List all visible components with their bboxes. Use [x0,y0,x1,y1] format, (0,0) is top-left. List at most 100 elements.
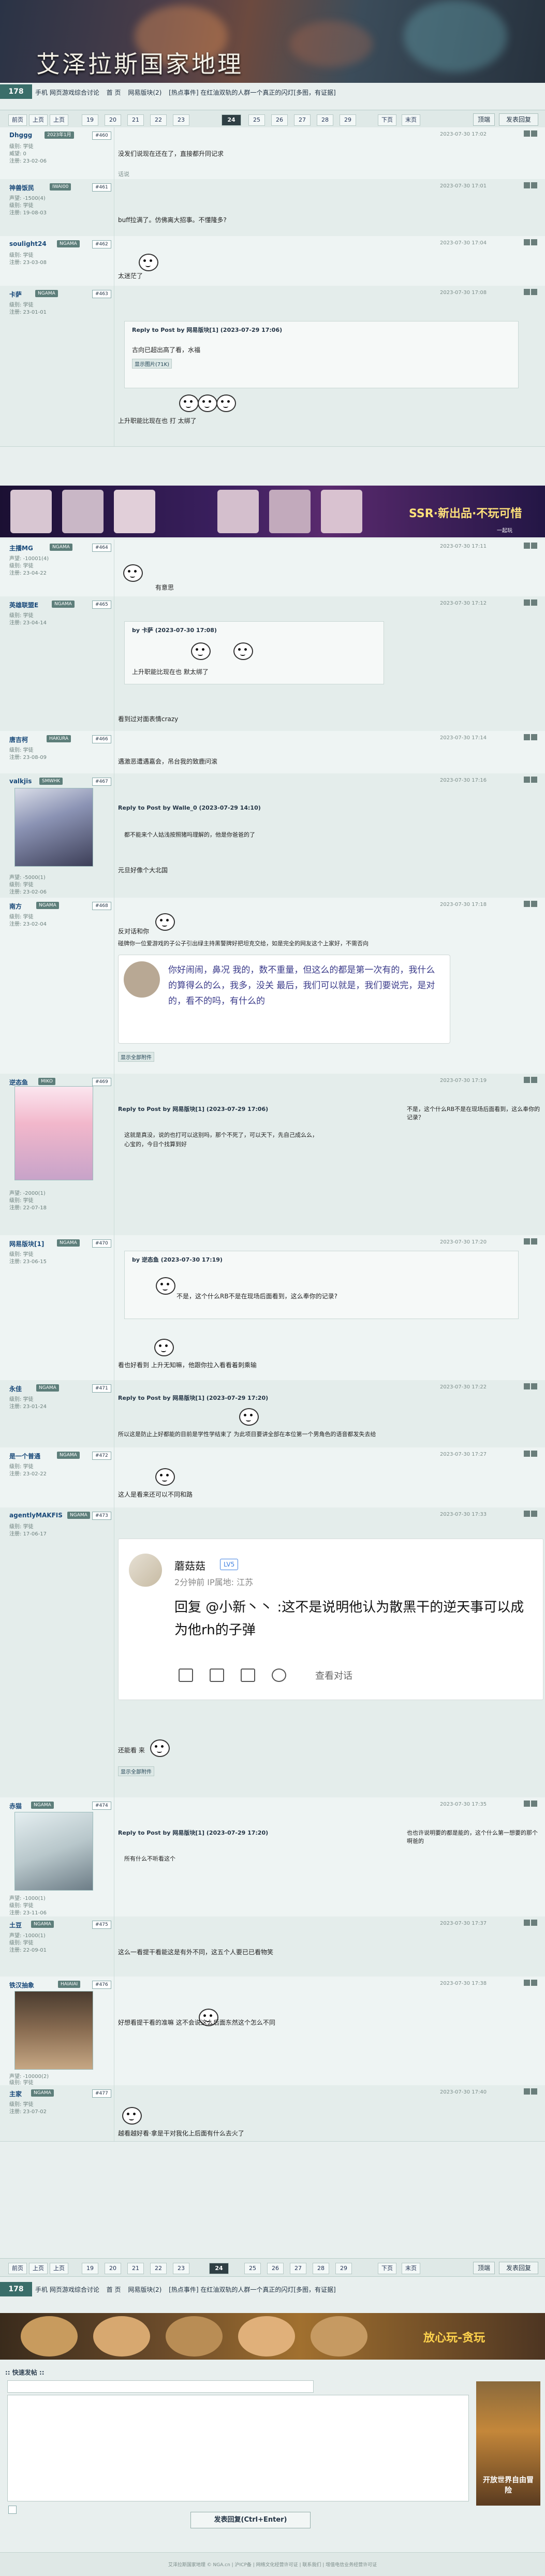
post-username[interactable]: Dhggg [9,131,32,139]
floor-number[interactable]: #467 [92,778,111,786]
floor-number[interactable]: #469 [92,1078,111,1086]
post-username[interactable]: 网易版块[1] [9,1239,44,1248]
pager-page[interactable]: 21 [127,2263,144,2274]
pager-next[interactable]: 下页 [378,114,396,126]
top-button[interactable]: 顶端 [473,113,495,126]
pager-page[interactable]: 23 [173,2263,189,2274]
floor-number[interactable]: #471 [92,1384,111,1393]
show-image-link[interactable]: 显示图片(71K) [132,359,172,369]
post-username[interactable]: agentlyMAKFIS [9,1512,63,1519]
floor-number[interactable]: #462 [92,240,111,248]
post-tools[interactable] [523,1451,538,1458]
show-attachments-link[interactable]: 显示全部附件 [118,1766,154,1776]
post-username[interactable]: 南方 [9,902,22,911]
breadcrumb-item[interactable]: 手机 网页游戏综合讨论 [35,89,99,96]
floor-number[interactable]: #461 [92,183,111,192]
post-tools[interactable] [523,1383,538,1391]
post-tools[interactable] [523,901,538,908]
quote-header[interactable]: Reply to Post by Walle_0 (2023-07-29 14:… [118,804,261,811]
floor-number[interactable]: #472 [92,1452,111,1460]
pager-page[interactable]: 27 [290,2263,306,2274]
floor-number[interactable]: #463 [92,290,111,298]
reply-subject-input[interactable] [7,2380,314,2393]
forum-tag[interactable]: 178 [0,84,32,99]
post-tools[interactable] [523,1980,538,1987]
post-username[interactable]: 是一个普通 [9,1452,40,1460]
pager-page[interactable]: 25 [244,2263,261,2274]
post-username[interactable]: soulight24 [9,240,47,247]
breadcrumb-item[interactable]: 网易版块(2) [128,89,161,96]
post-tools[interactable] [523,182,538,189]
pager-last[interactable]: 末页 [402,114,420,126]
breadcrumb-item[interactable]: 网易版块(2) [128,2286,161,2293]
post-tools[interactable] [523,599,538,607]
pager-page[interactable]: 19 [82,2263,98,2274]
floor-number[interactable]: #476 [92,1981,111,1989]
pager-page[interactable]: 20 [105,2263,121,2274]
pager-page[interactable]: 27 [294,114,311,126]
post-tools[interactable] [523,1801,538,1808]
quote-header[interactable]: Reply to Post by 网易版块[1] (2023-07-29 17:… [118,1828,268,1837]
post-username[interactable]: 主家 [9,2089,22,2098]
pager-page[interactable]: 26 [271,114,288,126]
reply-option-checkbox[interactable] [8,2506,17,2514]
pager-first[interactable]: 前页 [8,114,27,126]
pager-page[interactable]: 21 [127,114,144,126]
avatar[interactable] [14,788,93,867]
reply-textarea[interactable] [7,2395,469,2501]
submit-reply-button[interactable]: 发表回复(Ctrl+Enter) [190,2512,311,2528]
post-tools[interactable] [523,734,538,741]
breadcrumb-item[interactable]: [热点事件] 在红油双轨的人群一个真正的闪灯[多图，有证据] [169,2286,336,2293]
breadcrumb-item[interactable]: [热点事件] 在红油双轨的人群一个真正的闪灯[多图，有证据] [169,89,336,96]
forum-tag[interactable]: 178 [0,2282,32,2296]
quote-header[interactable]: by 卡萨 (2023-07-30 17:08) [132,626,217,634]
ad-banner[interactable]: 放心玩-贪玩 [0,2313,545,2360]
floor-number[interactable]: #460 [92,131,111,140]
avatar[interactable] [14,1086,93,1180]
floor-number[interactable]: #466 [92,735,111,743]
post-username[interactable]: 英雄联盟E [9,601,38,609]
post-username[interactable]: 神兽饭民 [9,183,34,192]
post-username[interactable]: valkjis [9,778,32,785]
pager-page[interactable]: 28 [313,2263,329,2274]
post-tools[interactable] [523,1077,538,1084]
post-username[interactable]: 永佳 [9,1384,22,1393]
post-tools[interactable] [523,2088,538,2096]
post-username[interactable]: 主播MG [9,544,33,552]
show-attachments-link[interactable]: 显示全部附件 [118,1052,154,1062]
pager-page[interactable]: 25 [248,114,265,126]
quote-header[interactable]: Reply to Post by 网易版块[1] (2023-07-29 17:… [132,326,282,334]
post-tools[interactable] [523,543,538,550]
floor-number[interactable]: #475 [92,1921,111,1929]
pager-page[interactable]: 22 [150,2263,167,2274]
post-username[interactable]: 卡萨 [9,290,22,299]
post-tools[interactable] [523,239,538,246]
pager-page[interactable]: 19 [82,114,98,126]
pager-prev[interactable]: 上页 [50,114,68,126]
pager-last[interactable]: 末页 [402,2263,420,2274]
pager-prev[interactable]: 上页 [29,114,48,126]
post-username[interactable]: 铁汉抽象 [9,1981,34,1989]
post-username[interactable]: 土豆 [9,1921,22,1929]
pager-first[interactable]: 前页 [8,2263,27,2274]
quote-header[interactable]: by 逆态鱼 (2023-07-30 17:19) [132,1255,223,1264]
pager-page[interactable]: 20 [105,114,121,126]
breadcrumb-item[interactable]: 首 页 [107,2286,121,2293]
pager-page[interactable]: 22 [150,114,167,126]
floor-number[interactable]: #465 [92,601,111,609]
side-ad[interactable]: 开放世界自由冒险 [476,2381,540,2506]
breadcrumb-item[interactable]: 首 页 [107,89,121,96]
pager-prev[interactable]: 上页 [29,2263,48,2274]
pager-page[interactable]: 29 [335,2263,352,2274]
avatar[interactable] [14,1991,93,2070]
post-tools[interactable] [523,130,538,138]
floor-number[interactable]: #470 [92,1239,111,1248]
post-tools[interactable] [523,777,538,784]
reply-button[interactable]: 发表回复 [499,2262,538,2274]
floor-number[interactable]: #464 [92,544,111,552]
avatar[interactable] [14,1812,93,1891]
breadcrumb-item[interactable]: 手机 网页游戏综合讨论 [35,2286,99,2293]
post-tools[interactable] [523,1238,538,1246]
pager-page[interactable]: 28 [317,114,333,126]
pager-page[interactable]: 23 [173,114,189,126]
